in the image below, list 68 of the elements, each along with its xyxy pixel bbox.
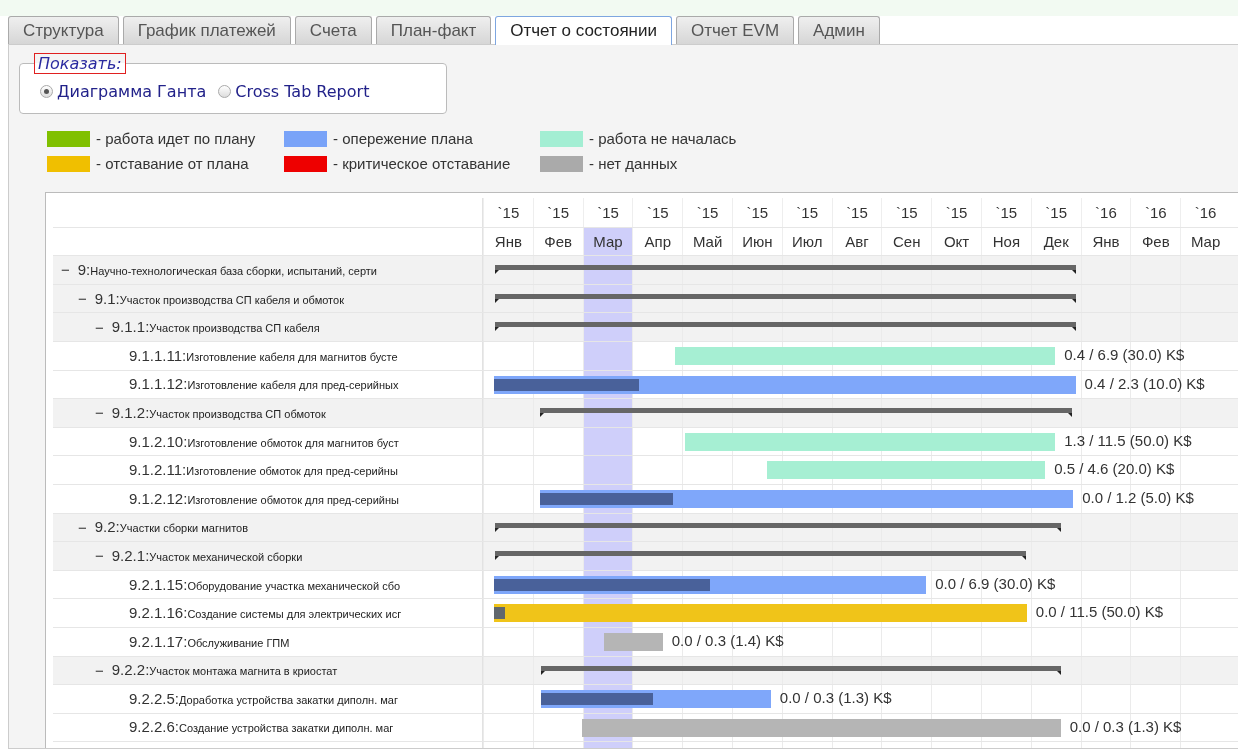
task-label: 9.1.1:Участок производства СП кабеля xyxy=(111,318,320,337)
collapse-toggle[interactable]: − xyxy=(78,290,87,308)
year-label: `15 xyxy=(881,198,932,227)
cost-label: 0.0 / 0.3 (1.3) K$ xyxy=(779,689,892,707)
radio-button[interactable] xyxy=(40,85,53,98)
cost-label: 0.0 / 1.2 (5.0) K$ xyxy=(1082,488,1194,506)
tab[interactable]: Счета xyxy=(294,16,372,44)
year-label: `15 xyxy=(483,198,533,227)
year-label: `15 xyxy=(682,198,732,227)
cost-label: 1.3 / 11.5 (50.0) K$ xyxy=(1064,431,1192,449)
cost-label: 0.0 / 0.3 (1.3) K$ xyxy=(1069,717,1182,735)
legend-label: - опережение плана xyxy=(333,130,473,147)
month-label: Мар xyxy=(582,227,633,256)
task-label: 9:Научно-технологическая база сборки, испытаний, серти xyxy=(77,261,377,279)
task-label: 9.2.1.17:Обслуживание ГПМ xyxy=(129,632,290,651)
cost-label: 0.0 / 6.9 (30.0) K$ xyxy=(935,574,1056,592)
task-label: 9.1:Участок производства СП кабеля и обмоток xyxy=(94,289,344,308)
year-label: `16 xyxy=(1130,198,1181,227)
year-label: `15 xyxy=(1030,198,1081,227)
legend-label: - работа идет по плану xyxy=(96,130,256,147)
radio-option[interactable]: Cross Tab Report xyxy=(218,82,370,101)
task-label: 9.2:Участки сборки магнитов xyxy=(94,518,249,537)
task-label: 9.2.2.5:Доработка устройства закатки диполн. маг xyxy=(129,689,398,708)
tab[interactable]: Админ xyxy=(798,16,880,44)
collapse-toggle[interactable]: − xyxy=(95,404,104,422)
collapse-toggle[interactable]: − xyxy=(95,661,104,679)
task-label: 9.1.1.11:Изготовление кабеля для магнитов бусте xyxy=(129,346,398,365)
year-label: `15 xyxy=(732,198,782,227)
collapse-toggle[interactable]: − xyxy=(61,261,70,279)
task-label: 9.2.1:Участок механической сборки xyxy=(111,546,303,565)
collapse-toggle[interactable]: − xyxy=(78,518,87,536)
year-label: `15 xyxy=(831,198,882,227)
year-label: `15 xyxy=(582,198,633,227)
year-label: `15 xyxy=(931,198,981,227)
collapse-toggle[interactable]: − xyxy=(95,547,104,565)
task-label: 9.2.1.16:Создание системы для электрических исг xyxy=(129,604,402,623)
task-label: 9.1.1.12:Изготовление кабеля для пред-серийных xyxy=(129,375,399,394)
task-label: 9.1.2.10:Изготовление обмоток для магнитов буст xyxy=(129,432,399,451)
year-label: `15 xyxy=(781,198,832,227)
radio-button[interactable] xyxy=(218,85,232,98)
legend-label: - нет данных xyxy=(589,155,678,172)
task-label: 9.1.2.12:Изготовление обмоток для пред-серийны xyxy=(129,489,399,508)
cost-label: 0.5 / 4.6 (20.0) K$ xyxy=(1054,460,1175,478)
cost-label: 0.0 / 11.5 (50.0) K$ xyxy=(1035,603,1164,621)
tab[interactable]: План-факт xyxy=(375,16,492,44)
legend-label: - работа не началась xyxy=(589,130,737,147)
cost-label: 0.4 / 2.3 (10.0) K$ xyxy=(1084,374,1205,392)
year-label: `16 xyxy=(1080,198,1131,227)
task-label: 9.2.2:Участок монтажа магнита в криостат xyxy=(111,661,338,680)
year-label: `15 xyxy=(632,198,683,227)
task-label: 9.1.2.11:Изготовление обмоток для пред-серийны xyxy=(129,461,398,480)
collapse-toggle[interactable]: − xyxy=(95,318,104,336)
legend-label: - отставание от плана xyxy=(96,155,249,172)
tab[interactable]: Отчет EVM xyxy=(676,16,795,44)
year-label: `16 xyxy=(1180,198,1230,227)
tab[interactable]: График платежей xyxy=(122,16,291,44)
year-label: `15 xyxy=(980,198,1031,227)
tab[interactable]: Отчет о состоянии xyxy=(495,16,672,45)
task-label: 9.2.2.6:Создание устройства закатки диполн. маг xyxy=(129,718,394,737)
cost-label: 0.0 / 0.3 (1.4) K$ xyxy=(671,631,784,649)
year-label: `15 xyxy=(532,198,583,227)
group-title: Показать: xyxy=(34,53,126,74)
task-label: 9.1.2:Участок производства СП обмоток xyxy=(111,403,326,422)
tab[interactable]: Структура xyxy=(8,16,119,44)
legend-label: - критическое отставание xyxy=(333,155,511,172)
cost-label: 0.4 / 6.9 (30.0) K$ xyxy=(1064,345,1185,363)
task-label: 9.2.1.15:Оборудование участка механической сбо xyxy=(129,575,401,594)
radio-option[interactable]: Диаграмма Ганта xyxy=(40,82,207,101)
